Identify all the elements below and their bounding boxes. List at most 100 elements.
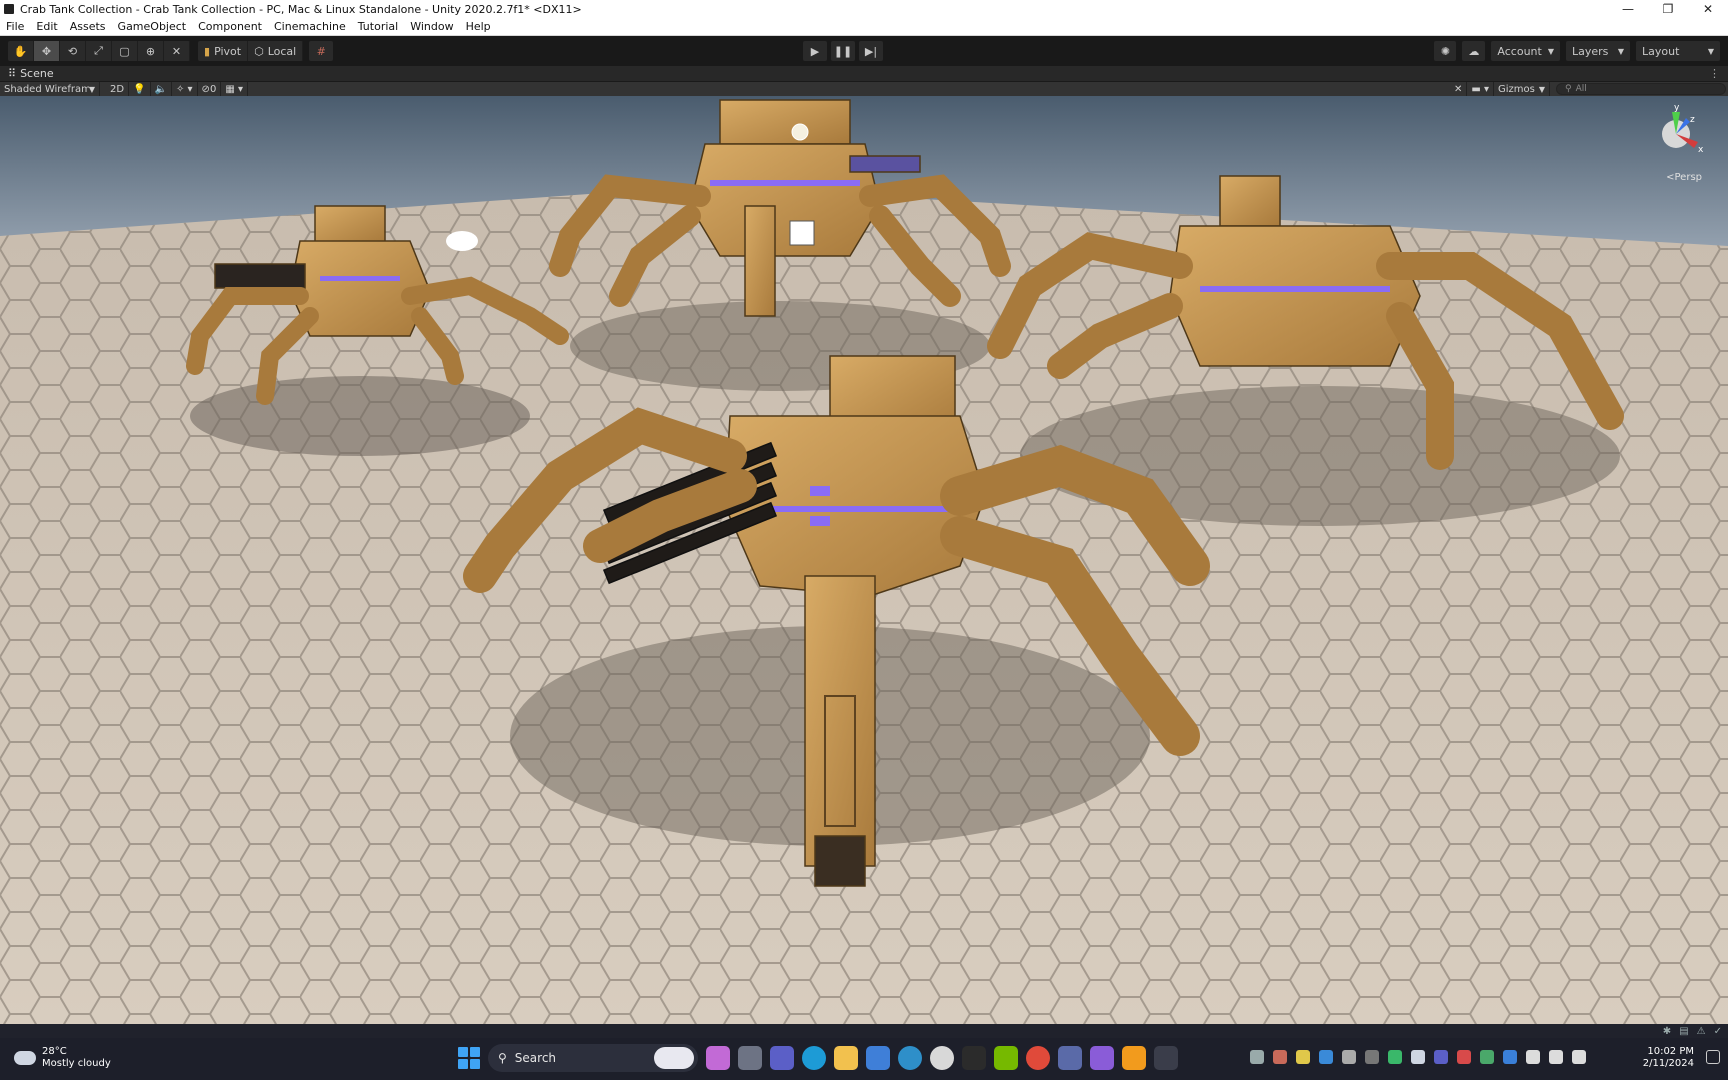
tray-app-icon[interactable] — [1365, 1050, 1379, 1064]
tools-icon[interactable]: ✕ — [1450, 82, 1468, 96]
media-icon[interactable] — [1090, 1046, 1114, 1070]
alien-icon[interactable] — [930, 1046, 954, 1070]
search-icon: ⚲ — [498, 1051, 507, 1065]
tray-app-icon[interactable] — [1480, 1050, 1494, 1064]
transform-tool-icon[interactable]: ⊕ — [138, 41, 164, 61]
edge-icon[interactable] — [802, 1046, 826, 1070]
custom-tool-icon[interactable]: ✕ — [164, 41, 190, 61]
battery-icon[interactable] — [1572, 1050, 1586, 1064]
menu-component[interactable]: Component — [192, 20, 268, 33]
hidden-objects-toggle[interactable]: ⊘ 0 — [198, 82, 222, 96]
menu-window[interactable]: Window — [404, 20, 459, 33]
scene-render — [0, 96, 1728, 1024]
pause-icon[interactable]: ❚❚ — [831, 41, 855, 61]
cloud-icon[interactable]: ☁ — [1462, 41, 1486, 61]
draw-mode-dropdown[interactable]: Shaded Wireframe ▼ — [0, 82, 100, 96]
main-toolbar: ✋ ✥ ⟲ ⤢ ▢ ⊕ ✕ ▮ Pivot ⬡ Local # ▶ ❚❚ ▶| … — [0, 36, 1728, 66]
audio-toggle-icon[interactable]: 🔈 — [151, 82, 172, 96]
draw-mode-label: Shaded Wireframe — [4, 83, 89, 95]
menu-help[interactable]: Help — [460, 20, 497, 33]
move-tool-icon[interactable]: ✥ — [34, 41, 60, 61]
chat-icon[interactable] — [770, 1046, 794, 1070]
step-icon[interactable]: ▶| — [859, 41, 883, 61]
account-dropdown[interactable]: Account ▼ — [1491, 41, 1560, 61]
tray-app-icon[interactable] — [1296, 1050, 1310, 1064]
browser-icon[interactable] — [898, 1046, 922, 1070]
menu-edit[interactable]: Edit — [30, 20, 63, 33]
hand-tool-icon[interactable]: ✋ — [8, 41, 34, 61]
sublime-icon[interactable] — [1122, 1046, 1146, 1070]
window-title: Crab Tank Collection - Crab Tank Collect… — [20, 2, 582, 16]
rotate-tool-icon[interactable]: ⟲ — [60, 41, 86, 61]
play-icon[interactable]: ▶ — [803, 41, 827, 61]
2d-toggle[interactable]: 2D — [106, 82, 130, 96]
windows-start-icon[interactable] — [458, 1047, 480, 1069]
orientation-gizmo-icon[interactable]: y x z — [1646, 102, 1706, 182]
pivot-button[interactable]: ▮ Pivot — [198, 41, 249, 61]
close-button[interactable]: ✕ — [1688, 0, 1728, 18]
scene-search-input[interactable]: ⚲ All — [1556, 83, 1726, 95]
layers-icon[interactable]: ▤ — [1679, 1026, 1688, 1037]
tray-app-icon[interactable] — [1388, 1050, 1402, 1064]
tab-scene[interactable]: ⠿ Scene — [0, 67, 54, 80]
menu-assets[interactable]: Assets — [64, 20, 112, 33]
local-button[interactable]: ⬡ Local — [248, 41, 304, 61]
taskbar-apps: ⚲ Search — [458, 1044, 1178, 1072]
directional-light-icon — [791, 123, 809, 141]
weather-icon — [11, 1045, 36, 1065]
menu-cinemachine[interactable]: Cinemachine — [268, 20, 352, 33]
file-explorer-icon[interactable] — [834, 1046, 858, 1070]
check-icon[interactable]: ✓ — [1714, 1026, 1722, 1037]
menu-file[interactable]: File — [0, 20, 30, 33]
tray-app-icon[interactable] — [1457, 1050, 1471, 1064]
menu-gameobject[interactable]: GameObject — [112, 20, 193, 33]
pivot-icon: ▮ — [204, 44, 211, 58]
warning-icon[interactable]: ⚠ — [1697, 1026, 1706, 1037]
scale-tool-icon[interactable]: ⤢ — [86, 41, 112, 61]
nvidia-icon[interactable] — [994, 1046, 1018, 1070]
svg-text:x: x — [1698, 145, 1704, 155]
vscode-icon[interactable] — [1319, 1050, 1333, 1064]
tray-app-icon[interactable] — [1273, 1050, 1287, 1064]
chevron-down-icon: ▼ — [1538, 84, 1545, 94]
clock-time: 10:02 PM — [1647, 1046, 1694, 1057]
unity-taskbar-icon[interactable] — [1154, 1046, 1178, 1070]
layers-dropdown[interactable]: Layers ▼ — [1566, 41, 1630, 61]
store-icon[interactable] — [866, 1046, 890, 1070]
snipping-icon[interactable] — [1058, 1046, 1082, 1070]
camera-dropdown-icon[interactable]: ▬ ▾ — [1467, 82, 1494, 96]
taskbar-search[interactable]: ⚲ Search — [488, 1044, 698, 1072]
teams-icon[interactable] — [1434, 1050, 1448, 1064]
weather-desc: Mostly cloudy — [42, 1058, 111, 1069]
more-options-icon[interactable]: ⋮ — [1709, 67, 1720, 80]
grid-dropdown-icon[interactable]: ▦ ▾ — [221, 82, 248, 96]
tray-app-icon[interactable] — [1342, 1050, 1356, 1064]
chrome-icon[interactable] — [1026, 1046, 1050, 1070]
effects-dropdown-icon[interactable]: ✧ ▾ — [172, 82, 198, 96]
gizmos-dropdown[interactable]: Gizmos ▼ — [1494, 82, 1550, 96]
wifi-icon[interactable] — [1526, 1050, 1540, 1064]
menu-tutorial[interactable]: Tutorial — [352, 20, 404, 33]
minimize-button[interactable]: — — [1608, 0, 1648, 18]
layout-dropdown[interactable]: Layout ▼ — [1636, 41, 1720, 61]
maximize-button[interactable]: ❐ — [1648, 0, 1688, 18]
scene-viewport[interactable]: y x z <Persp — [0, 96, 1728, 1024]
onedrive-icon[interactable] — [1411, 1050, 1425, 1064]
bug-icon[interactable]: ✱ — [1663, 1026, 1671, 1037]
xbox-icon[interactable] — [1250, 1050, 1264, 1064]
persp-label[interactable]: <Persp — [1666, 172, 1702, 183]
task-view-icon[interactable] — [738, 1046, 762, 1070]
rect-tool-icon[interactable]: ▢ — [112, 41, 138, 61]
copilot-app-icon[interactable] — [706, 1046, 730, 1070]
collab-icon[interactable]: ✺ — [1434, 41, 1457, 61]
weather-widget[interactable]: 28°C Mostly cloudy — [11, 1045, 111, 1070]
hidden-count: 0 — [209, 83, 217, 95]
notification-icon[interactable] — [1706, 1050, 1720, 1064]
unity-icon — [4, 4, 14, 14]
lighting-toggle-icon[interactable]: 💡 — [129, 82, 151, 96]
volume-icon[interactable] — [1549, 1050, 1563, 1064]
taskbar-clock[interactable]: 10:02 PM 2/11/2024 — [1643, 1046, 1694, 1070]
grid-snap-icon[interactable]: # — [309, 41, 334, 61]
dark-app-icon[interactable] — [962, 1046, 986, 1070]
defender-icon[interactable] — [1503, 1050, 1517, 1064]
